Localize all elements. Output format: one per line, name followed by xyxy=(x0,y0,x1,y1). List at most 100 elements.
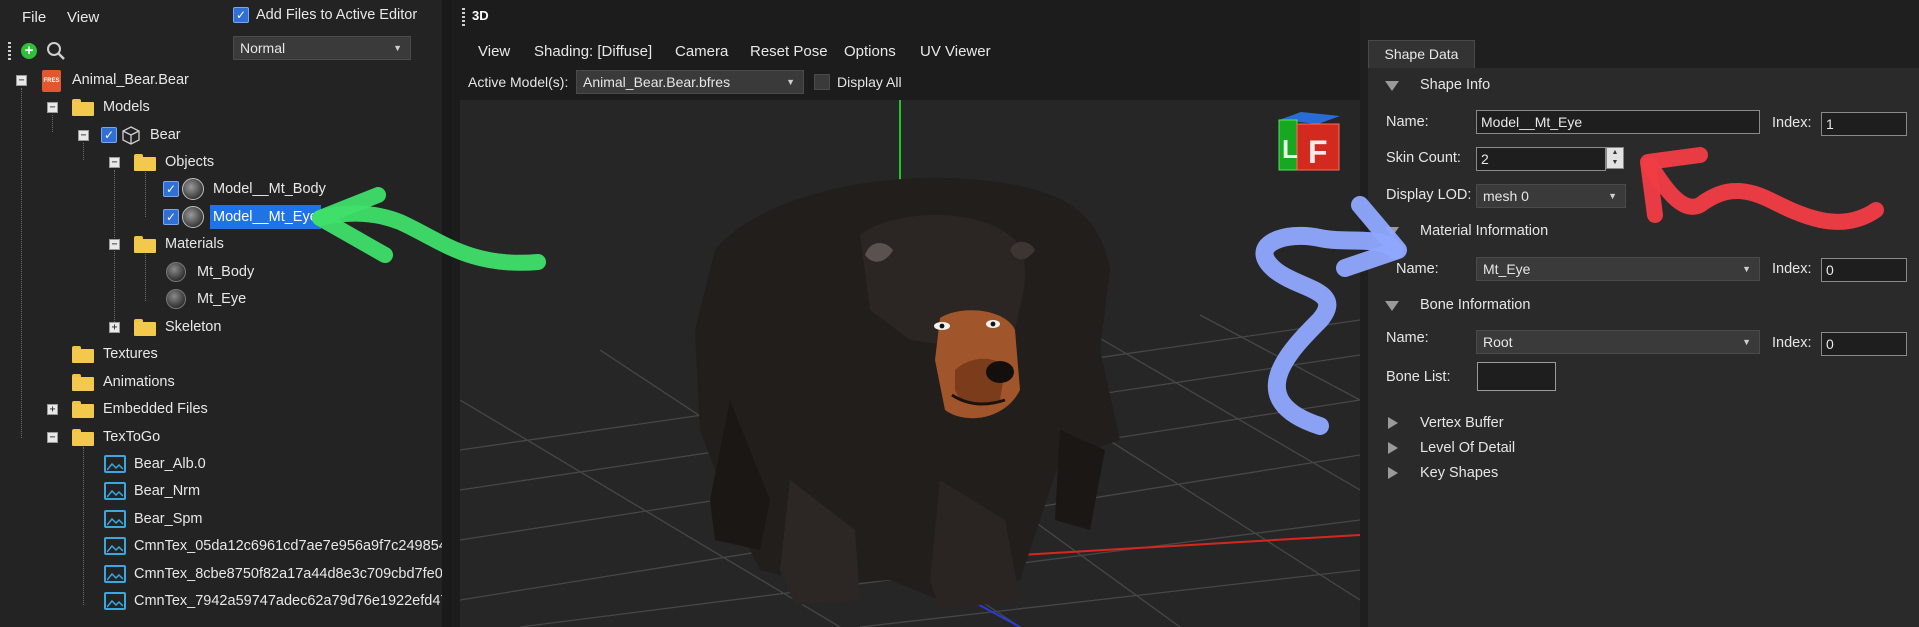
tree-label: Mt_Body xyxy=(197,264,255,280)
section-title: Material Information xyxy=(1420,223,1549,239)
folder-icon xyxy=(134,154,156,171)
collapse-triangle-icon xyxy=(1385,227,1399,237)
vp-menu-shading[interactable]: Shading: [Diffuse] xyxy=(534,43,652,60)
menu-view[interactable]: View xyxy=(67,9,99,26)
image-icon xyxy=(104,455,126,473)
section-shape-info[interactable]: Shape Info xyxy=(1385,73,1885,97)
tree-node-models[interactable]: − Models xyxy=(0,95,442,119)
shape-index-input[interactable] xyxy=(1821,112,1907,136)
tree-label: Embedded Files xyxy=(103,401,208,417)
add-icon[interactable]: + xyxy=(21,43,37,59)
viewport-header: 3D xyxy=(460,4,1360,34)
material-icon xyxy=(166,262,186,282)
tree-label: Animations xyxy=(103,374,175,390)
tree-node-texture[interactable]: Bear_Alb.0 xyxy=(0,452,442,476)
search-icon[interactable] xyxy=(46,41,66,61)
tree-node-texture[interactable]: CmnTex_8cbe8750f82a17a44d8e3c709cbd7fe0 xyxy=(0,562,443,586)
collapse-icon[interactable]: − xyxy=(109,157,120,168)
collapse-icon[interactable]: − xyxy=(16,75,27,86)
visibility-checkbox[interactable]: ✓ xyxy=(101,127,117,143)
tree-label: CmnTex_05da12c6961cd7ae7e956a9f7c249854 xyxy=(134,538,447,554)
visibility-checkbox[interactable]: ✓ xyxy=(163,209,179,225)
tree-node-materials[interactable]: − Materials xyxy=(0,232,442,256)
name-label: Name: xyxy=(1386,114,1429,130)
collapse-icon[interactable]: − xyxy=(78,130,89,141)
stepper-down-icon[interactable]: ▼ xyxy=(1607,158,1623,168)
bone-index-label: Index: xyxy=(1772,335,1812,351)
section-material-information[interactable]: Material Information xyxy=(1385,219,1885,243)
vp-menu-camera[interactable]: Camera xyxy=(675,43,728,60)
viewport-canvas[interactable]: L F xyxy=(460,100,1360,627)
section-level-of-detail[interactable]: Level Of Detail xyxy=(1385,436,1885,460)
tree-node-root[interactable]: − FRES Animal_Bear.Bear xyxy=(0,68,442,92)
skin-count-stepper[interactable]: ▲ ▼ xyxy=(1606,147,1624,169)
tree-node-objects[interactable]: − Objects xyxy=(0,150,442,174)
expand-icon[interactable]: + xyxy=(47,404,58,415)
collapse-icon[interactable]: − xyxy=(47,102,58,113)
menu-file[interactable]: File xyxy=(22,9,46,26)
collapse-icon[interactable]: − xyxy=(109,239,120,250)
panel-splitter[interactable] xyxy=(442,0,452,627)
bfres-file-icon: FRES xyxy=(42,70,61,92)
expand-icon[interactable]: + xyxy=(109,322,120,333)
tree-label: Model__Mt_Body xyxy=(213,181,326,197)
tree-node-texture[interactable]: Bear_Nrm xyxy=(0,479,442,503)
collapse-icon[interactable]: − xyxy=(47,432,58,443)
vp-menu-options[interactable]: Options xyxy=(844,43,896,60)
tab-shape-data[interactable]: Shape Data xyxy=(1368,40,1475,68)
image-icon xyxy=(104,482,126,500)
tree-node-mt-eye-mesh[interactable]: ✓ Model__Mt_Eye xyxy=(0,205,442,229)
toolbar-grip-icon[interactable] xyxy=(8,42,11,60)
shape-name-input[interactable] xyxy=(1476,110,1760,134)
vp-menu-reset-pose[interactable]: Reset Pose xyxy=(750,43,828,60)
bone-name-dropdown[interactable]: Root ▼ xyxy=(1476,330,1760,354)
material-index-input[interactable] xyxy=(1821,258,1907,282)
bone-index-input[interactable] xyxy=(1821,332,1907,356)
active-model-value: Animal_Bear.Bear.bfres xyxy=(583,74,731,90)
stepper-up-icon[interactable]: ▲ xyxy=(1607,148,1623,158)
visibility-checkbox[interactable]: ✓ xyxy=(163,181,179,197)
section-vertex-buffer[interactable]: Vertex Buffer xyxy=(1385,411,1885,435)
tree-node-texture[interactable]: Bear_Spm xyxy=(0,507,442,531)
bear-model xyxy=(695,177,1120,610)
tree-label: Materials xyxy=(165,236,224,252)
tree-node-bear[interactable]: − ✓ Bear xyxy=(0,123,442,147)
orientation-cube-gizmo[interactable]: L F xyxy=(1278,112,1340,171)
tree-node-textures[interactable]: Textures xyxy=(0,342,442,366)
tree-node-texture[interactable]: CmnTex_7942a59747adec62a79d76e1922efd47 xyxy=(0,589,448,613)
tree-label: Bear xyxy=(150,127,181,143)
material-name-dropdown[interactable]: Mt_Eye ▼ xyxy=(1476,257,1760,281)
tree-label: CmnTex_8cbe8750f82a17a44d8e3c709cbd7fe0 xyxy=(134,566,443,582)
tree-node-embedded-files[interactable]: + Embedded Files xyxy=(0,397,442,421)
skin-count-label: Skin Count: xyxy=(1386,150,1461,166)
section-bone-information[interactable]: Bone Information xyxy=(1385,293,1885,317)
vp-menu-uv-viewer[interactable]: UV Viewer xyxy=(920,43,991,60)
display-lod-dropdown[interactable]: mesh 0 ▼ xyxy=(1476,184,1626,208)
viewport-grip-icon[interactable] xyxy=(462,8,465,26)
mesh-icon xyxy=(182,178,204,200)
tree-node-mt-body-mesh[interactable]: ✓ Model__Mt_Body xyxy=(0,177,442,201)
tree-label: Textures xyxy=(103,346,158,362)
display-all-checkbox[interactable] xyxy=(814,74,830,90)
tree-node-mat-body[interactable]: Mt_Body xyxy=(0,260,442,284)
section-key-shapes[interactable]: Key Shapes xyxy=(1385,461,1885,485)
bone-name-label: Name: xyxy=(1386,330,1429,346)
image-icon xyxy=(104,510,126,528)
tree-label: Objects xyxy=(165,154,215,170)
tree-node-texture[interactable]: CmnTex_05da12c6961cd7ae7e956a9f7c249854 xyxy=(0,534,447,558)
tree-node-mat-eye[interactable]: Mt_Eye xyxy=(0,287,442,311)
material-index-label: Index: xyxy=(1772,261,1812,277)
viewport-tab-3d[interactable]: 3D xyxy=(472,8,489,23)
tree-label: CmnTex_7942a59747adec62a79d76e1922efd47 xyxy=(134,593,449,609)
vp-menu-view[interactable]: View xyxy=(478,43,510,60)
add-files-checkbox[interactable]: ✓ xyxy=(233,7,249,23)
bone-list-box[interactable] xyxy=(1477,362,1556,391)
add-files-label: Add Files to Active Editor xyxy=(256,7,418,23)
active-model-dropdown[interactable]: Animal_Bear.Bear.bfres ▼ xyxy=(576,70,804,94)
skin-count-input[interactable] xyxy=(1476,147,1606,171)
mesh-icon xyxy=(182,206,204,228)
tree-node-animations[interactable]: Animations xyxy=(0,370,442,394)
tree-node-skeleton[interactable]: + Skeleton xyxy=(0,315,442,339)
tree-label: Skeleton xyxy=(165,319,222,335)
tree-node-textogo[interactable]: − TexToGo xyxy=(0,425,442,449)
